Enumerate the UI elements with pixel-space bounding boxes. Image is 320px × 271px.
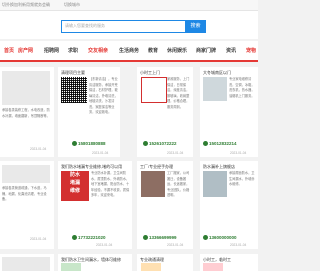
search-button[interactable]: 搜索 (185, 20, 206, 33)
listing-date: 2023-01-04 (30, 237, 47, 241)
listing-image (2, 257, 50, 271)
search-placeholder: 请输入您要查找的服务 (65, 23, 105, 28)
nav-leisure[interactable]: 休闲娱乐 (167, 47, 187, 54)
listing-image (141, 263, 161, 271)
listing-date: 2023-01-04 (92, 151, 109, 155)
listing-card[interactable] (0, 254, 54, 271)
listing-date: 2023-01-04 (167, 151, 184, 155)
search-row: 请输入您要查找的服务 搜索 (0, 11, 258, 39)
listing-card[interactable]: 承接各类管道疏通，下水道，马桶，地漏，化粪池清理，专业设备。 2023-01-0… (0, 161, 54, 249)
listing-title[interactable]: 清理项目主要 (61, 70, 85, 76)
nav-education[interactable]: 教育 (148, 47, 158, 54)
top-bar: 切扑换加利新用频就务会确 切换城市 (0, 0, 258, 11)
listing-desc: 承接各类管道疏通，下水道，马桶，地漏，化粪池清理，专业设备。 (2, 186, 47, 201)
phone-icon (203, 141, 208, 146)
listing-desc: 家政服务，上门保洁，日常保洁，深度清洁，擦玻璃，收纳整理，价格合理，服务周到。 (167, 77, 190, 109)
main-nav: 首页 房产网 招聘网 求职 交友相亲 生活商务 教育 休闲娱乐 商家门牌 资讯 … (0, 41, 258, 62)
nav-jobs[interactable]: 招聘网 (44, 47, 59, 54)
listing-title[interactable]: 工厂/专业经手办理 (140, 164, 173, 170)
listing-card[interactable]: 专业疏通清理 (137, 254, 193, 271)
phone-icon (143, 235, 148, 240)
listing-desc: 专业防水补漏，卫生间防水，屋顶防水，外墙防水，地下室堵漏，阳台防水，十年经验，不… (91, 171, 130, 197)
listing-card[interactable]: 我们防水堵漏专业维修,堵的可以用 防水 堵漏 维修 专业防水补漏，卫生间防水，屋顶防… (58, 161, 132, 249)
nav-shops[interactable]: 商家门牌 (196, 47, 216, 54)
listing-phone[interactable]: 17732221020 (72, 235, 106, 240)
listing-phone[interactable]: 15801880888 (72, 141, 106, 146)
listing-image (203, 77, 227, 101)
listing-date: 2023-01-04 (230, 151, 247, 155)
listing-phone[interactable]: 15261072222 (143, 141, 177, 146)
listing-image (2, 165, 50, 183)
listing-desc: 【东新请洁】，专业清洁服务，承接开荒保洁，石材护理，玻璃清洁，外墙清洗，地毯清洗… (89, 77, 118, 114)
listing-card[interactable]: 清理项目主要 【东新请洁】，专业清洁服务，承接开荒保洁，石材护理，玻璃清洁，外墙… (58, 67, 120, 157)
top-bar-link[interactable]: 切扑换加利新用频就务会确 (2, 0, 50, 10)
phone-icon (72, 235, 77, 240)
nav-dating[interactable]: 交友相亲 (88, 47, 108, 54)
phone-icon (72, 141, 77, 146)
switch-city-link[interactable]: 切换城市 (64, 0, 80, 10)
listing-image: 防水 堵漏 维修 (61, 171, 89, 201)
listing-phone[interactable]: 13600000000 (203, 235, 237, 240)
listing-card[interactable]: 工厂/专业经手办理 工厂搬家，公司搬迁，设备搬运，长途搬家，专业团队，价格透明。… (137, 161, 193, 249)
listing-card[interactable]: 大冬城南区以门 专业家电维修清洗，空调，冰箱，洗衣机，热水器，油烟机上门服务。 … (200, 67, 258, 157)
listing-date: 2023-01-04 (96, 243, 113, 247)
phone-icon (143, 141, 148, 146)
listing-card[interactable]: 小时工，临时工 (200, 254, 258, 271)
listing-title[interactable]: 大冬城南区以门 (203, 70, 231, 76)
listing-desc: 工厂搬家，公司搬迁，设备搬运，长途搬家，专业团队，价格透明。 (167, 171, 190, 197)
nav-news[interactable]: 资讯 (226, 47, 236, 54)
listing-card[interactable]: 我们防水卫生间漏水，墙体可维修 (58, 254, 132, 271)
listing-image (2, 71, 50, 105)
listing-date: 2023-01-04 (167, 243, 184, 247)
nav-jobseek[interactable]: 求职 (68, 47, 78, 54)
listing-desc: 承接各类装修工程，水电改造，防水补漏，墙面翻新，吊顶隔断等。 (2, 108, 50, 118)
listing-phone[interactable]: 13366699999 (143, 235, 177, 240)
listing-card[interactable]: 承接各类装修工程，水电改造，防水补漏，墙面翻新，吊顶隔断等。 2023-01-0… (0, 67, 54, 157)
listing-desc: 承接屋面防水，卫生间漏水，外墙渗水维修。 (229, 171, 255, 186)
nav-home[interactable]: 首页 (4, 47, 14, 54)
listing-image (141, 77, 167, 103)
search-input[interactable]: 请输入您要查找的服务 (61, 20, 186, 33)
nav-life[interactable]: 生活商务 (119, 47, 139, 54)
listing-desc: 专业家电维修清洗，空调，冰箱，洗衣机，热水器，油烟机上门服务。 (229, 77, 255, 98)
listing-title[interactable]: 我们防水堵漏专业维修,堵的可以用 (61, 164, 122, 170)
listing-image (141, 171, 165, 197)
qr-code-image (61, 77, 87, 103)
listing-card[interactable]: 防水漏补上旗舰店 承接屋面防水，卫生间漏水，外墙渗水维修。 1360000000… (200, 161, 258, 249)
nav-house[interactable]: 房产网 (18, 47, 33, 54)
listing-title[interactable]: 小时工上门 (140, 70, 160, 76)
listing-date: 2023-01-04 (30, 147, 47, 151)
listing-date: 2023-01-04 (230, 243, 247, 247)
listing-title[interactable]: 防水漏补上旗舰店 (203, 164, 235, 170)
listing-image (61, 263, 81, 271)
listing-card[interactable]: 小时工上门 家政服务，上门保洁，日常保洁，深度清洁，擦玻璃，收纳整理，价格合理，… (137, 67, 193, 157)
listing-image (203, 171, 227, 197)
phone-icon (203, 235, 208, 240)
listing-image (203, 263, 223, 271)
listing-phone[interactable]: 15012832214 (203, 141, 237, 146)
nav-pets[interactable]: 宠物 (246, 47, 256, 54)
